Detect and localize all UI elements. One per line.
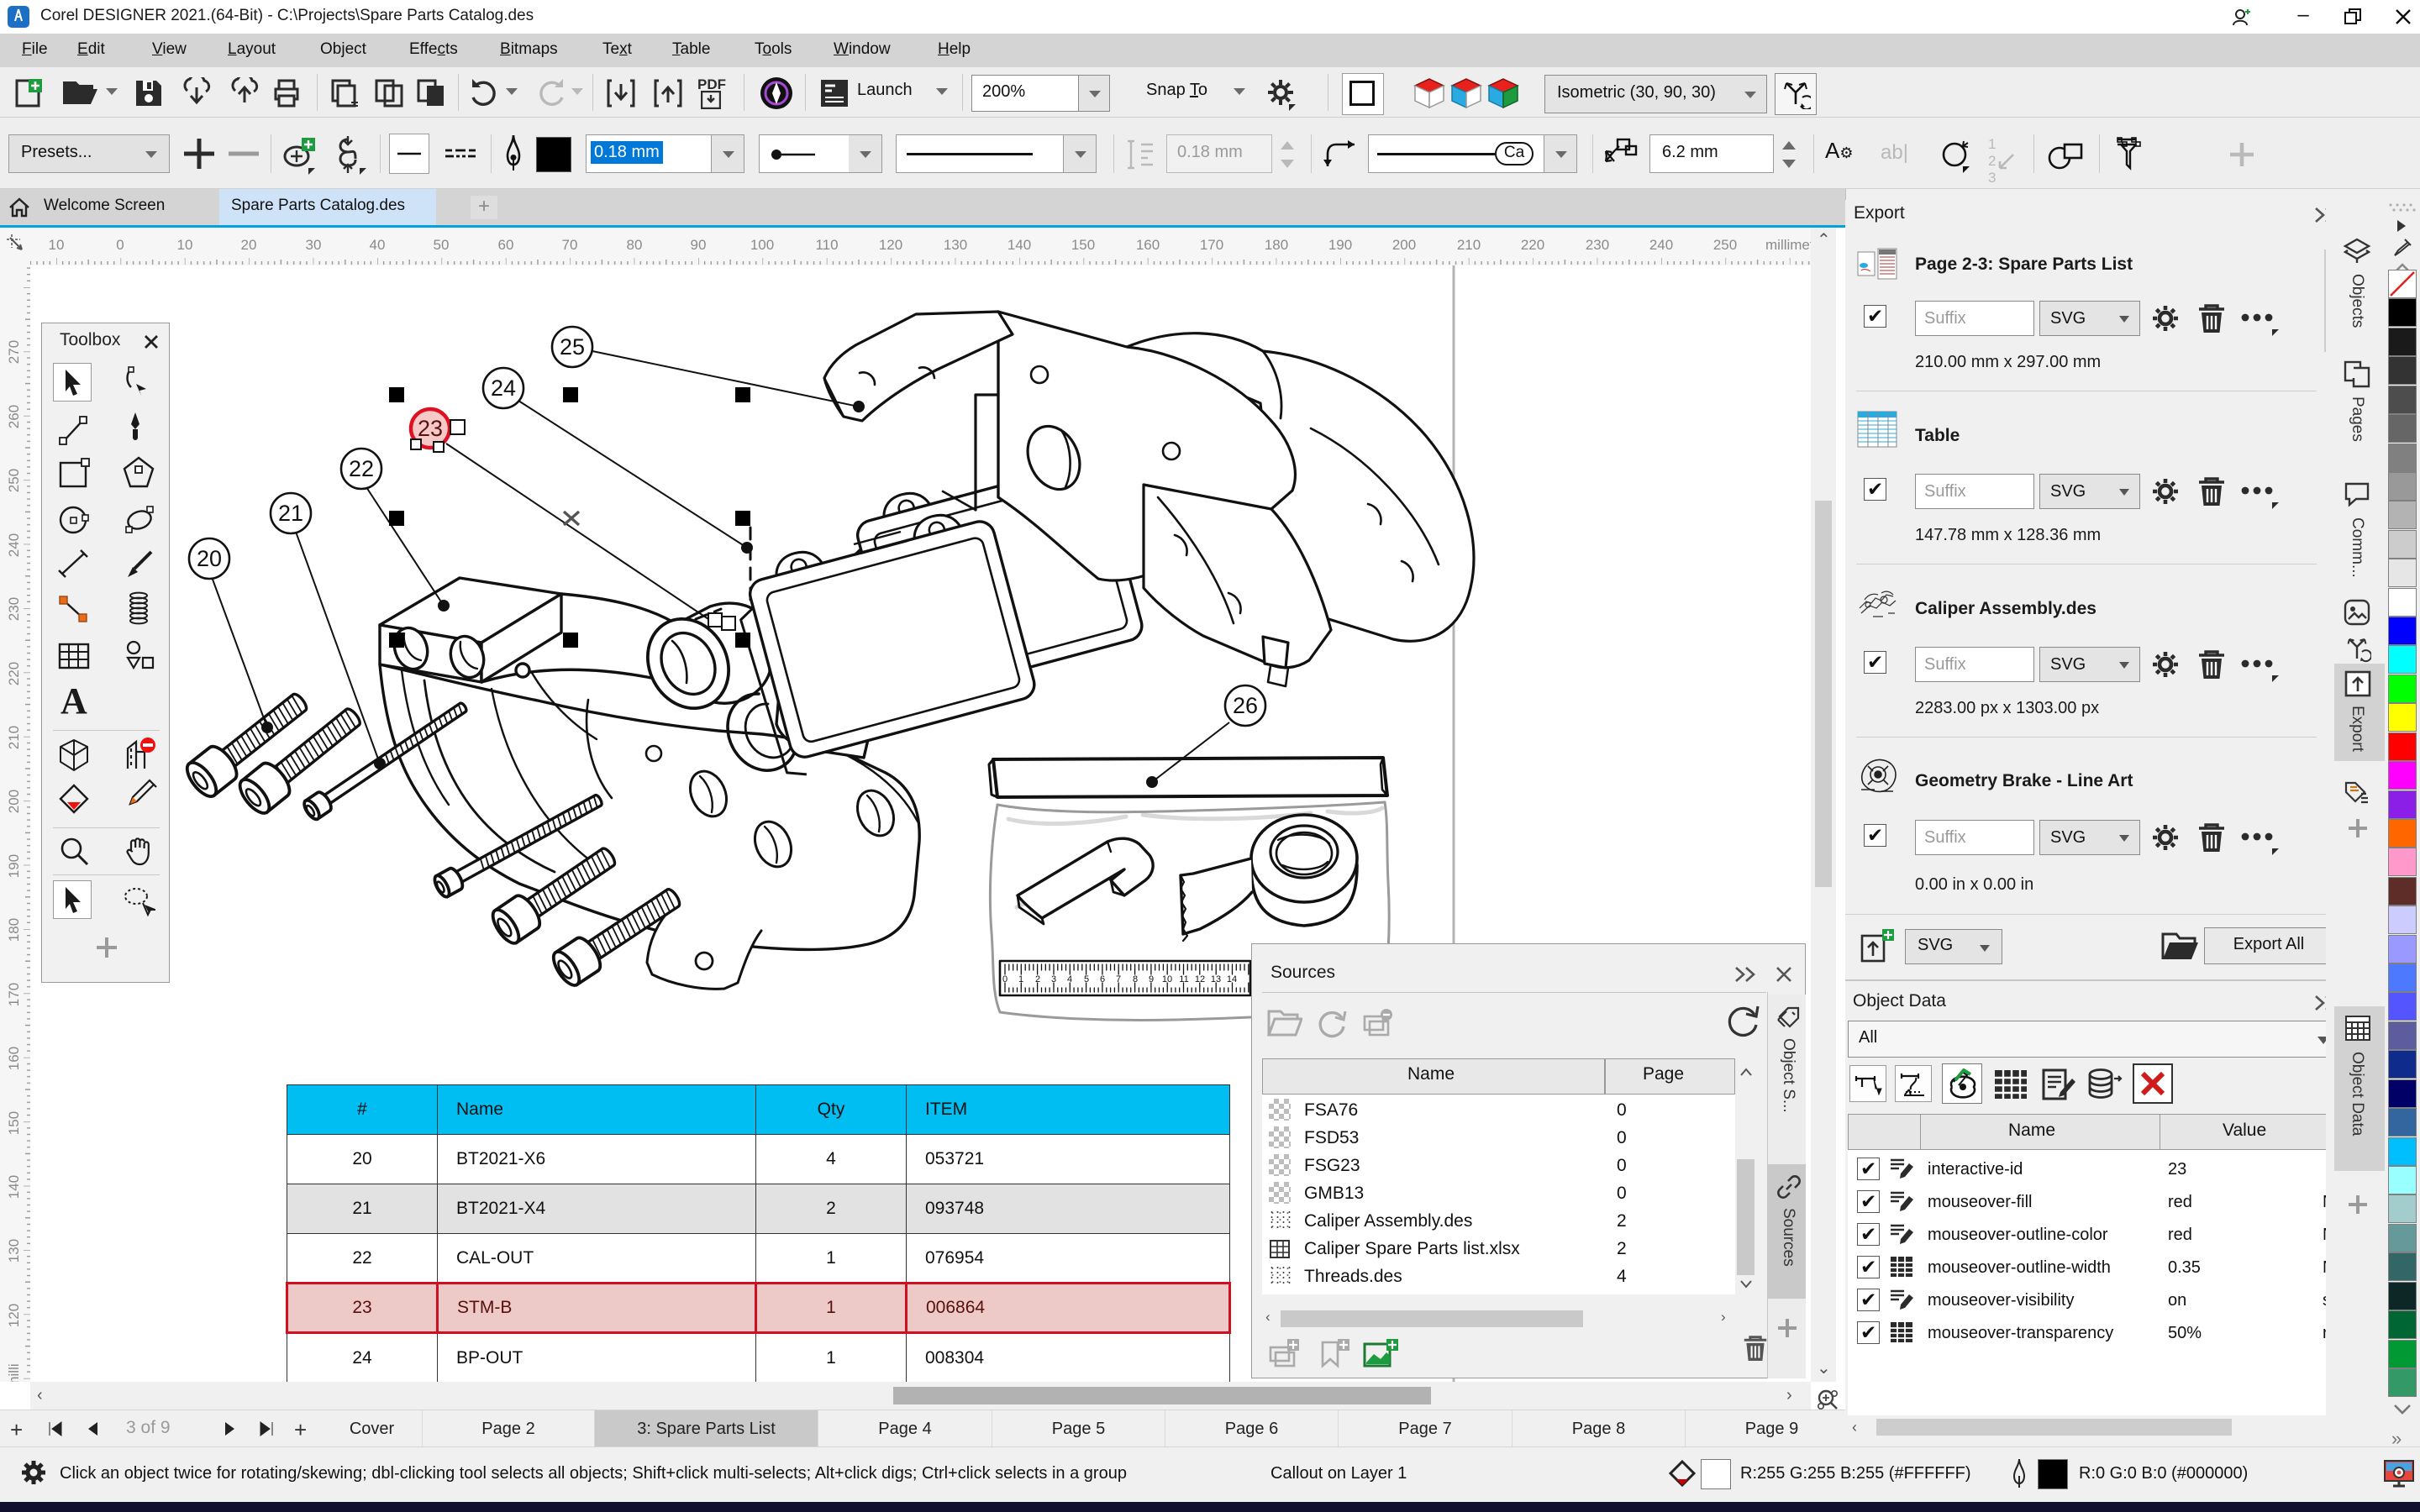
svg-text:100: 100 — [750, 237, 774, 253]
svg-text:12: 12 — [1195, 974, 1205, 984]
svg-text:70: 70 — [562, 237, 578, 253]
svg-text:190: 190 — [6, 854, 22, 878]
svg-text:170: 170 — [6, 983, 22, 1006]
svg-text:230: 230 — [1586, 237, 1609, 253]
svg-text:240: 240 — [1649, 237, 1673, 253]
svg-text:10: 10 — [1162, 974, 1172, 984]
svg-text:190: 190 — [1328, 237, 1352, 253]
svg-text:40: 40 — [370, 237, 386, 253]
svg-text:25: 25 — [560, 334, 585, 360]
svg-text:6: 6 — [1100, 974, 1105, 984]
svg-text:240: 240 — [6, 533, 22, 557]
svg-text:170: 170 — [1200, 237, 1223, 253]
svg-text:7: 7 — [1116, 974, 1121, 984]
svg-text:180: 180 — [6, 918, 22, 942]
svg-text:210: 210 — [6, 726, 22, 749]
svg-text:160: 160 — [1136, 237, 1160, 253]
svg-text:milli: milli — [6, 1363, 22, 1382]
svg-text:250: 250 — [6, 469, 22, 492]
svg-text:230: 230 — [6, 597, 22, 621]
svg-text:millimeters: millimeters — [1765, 237, 1811, 253]
svg-text:150: 150 — [6, 1111, 22, 1135]
svg-text:22: 22 — [349, 456, 374, 481]
svg-text:20: 20 — [197, 546, 222, 571]
svg-text:210: 210 — [1457, 237, 1481, 253]
svg-text:60: 60 — [498, 237, 514, 253]
svg-text:140: 140 — [1007, 237, 1031, 253]
svg-text:260: 260 — [6, 405, 22, 428]
svg-text:120: 120 — [6, 1304, 22, 1327]
svg-text:220: 220 — [1521, 237, 1544, 253]
svg-text:120: 120 — [879, 237, 902, 253]
svg-text:24: 24 — [491, 375, 516, 401]
svg-text:13: 13 — [1211, 974, 1221, 984]
svg-text:10: 10 — [177, 237, 193, 253]
svg-text:3: 3 — [1051, 974, 1056, 984]
svg-text:23: 23 — [418, 416, 443, 441]
svg-text:270: 270 — [6, 340, 22, 364]
svg-text:21: 21 — [278, 501, 303, 526]
svg-text:130: 130 — [944, 237, 967, 253]
svg-text:14: 14 — [1227, 974, 1237, 984]
svg-text:4: 4 — [1067, 974, 1072, 984]
svg-text:200: 200 — [6, 790, 22, 813]
svg-text:8: 8 — [1133, 974, 1138, 984]
svg-text:0: 0 — [116, 237, 124, 253]
svg-text:250: 250 — [1713, 237, 1737, 253]
svg-text:10: 10 — [49, 237, 65, 253]
svg-text:26: 26 — [1233, 693, 1258, 718]
svg-text:200: 200 — [1392, 237, 1416, 253]
svg-text:140: 140 — [6, 1175, 22, 1199]
svg-text:130: 130 — [6, 1239, 22, 1263]
svg-text:180: 180 — [1265, 237, 1288, 253]
svg-text:160: 160 — [6, 1047, 22, 1070]
svg-text:30: 30 — [306, 237, 322, 253]
svg-text:5: 5 — [1084, 974, 1089, 984]
svg-text:220: 220 — [6, 662, 22, 685]
svg-text:20: 20 — [241, 237, 257, 253]
svg-text:50: 50 — [434, 237, 450, 253]
svg-text:80: 80 — [627, 237, 643, 253]
svg-text:11: 11 — [1179, 974, 1188, 984]
svg-text:0: 0 — [1002, 974, 1007, 984]
svg-text:2: 2 — [1035, 974, 1040, 984]
svg-text:90: 90 — [691, 237, 707, 253]
svg-text:150: 150 — [1071, 237, 1095, 253]
svg-text:9: 9 — [1149, 974, 1154, 984]
svg-text:110: 110 — [815, 237, 838, 253]
svg-text:1: 1 — [1018, 974, 1023, 984]
